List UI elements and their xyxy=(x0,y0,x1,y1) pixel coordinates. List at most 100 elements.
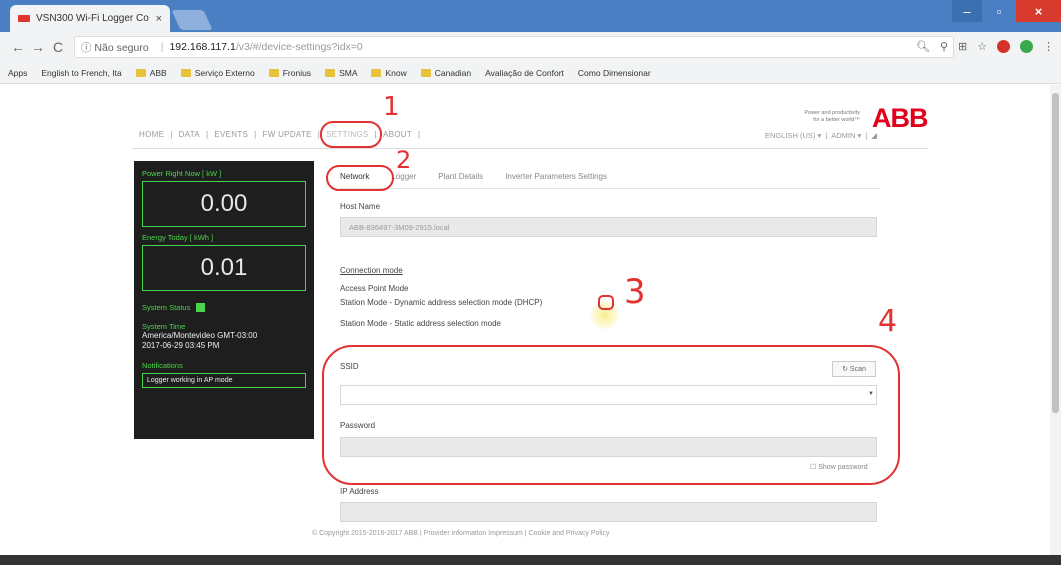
nav-divider: | xyxy=(205,130,209,139)
address-separator: | xyxy=(160,41,164,53)
nav-item-events[interactable]: EVENTS xyxy=(214,130,248,139)
bookmark-item[interactable]: Canadian xyxy=(420,67,472,78)
browser-tab[interactable]: VSN300 Wi-Fi Logger Co × xyxy=(10,5,170,32)
bookmark-item[interactable]: Know xyxy=(371,67,407,78)
forward-icon[interactable]: → xyxy=(28,39,48,55)
tab-close-icon[interactable]: × xyxy=(156,13,162,25)
tab-inverter-parameters-settings[interactable]: Inverter Parameters Settings xyxy=(505,172,607,181)
minimize-button[interactable]: – xyxy=(952,0,982,22)
language-dropdown[interactable]: ENGLISH (US) ▾ xyxy=(765,131,821,140)
scrollbar-thumb[interactable] xyxy=(1052,93,1059,413)
bookmark-label: Como Dimensionar xyxy=(577,67,651,78)
header-divider xyxy=(132,148,928,149)
bookmark-label: Apps xyxy=(8,67,28,78)
ip-address-input[interactable] xyxy=(340,502,877,522)
abb-logo: ABB xyxy=(872,103,928,133)
signal-icon: ◢ xyxy=(871,131,877,140)
nav-item-fw-update[interactable]: FW UPDATE xyxy=(263,130,312,139)
bookmark-item[interactable]: Serviço Externo xyxy=(180,67,255,78)
address-bar[interactable]: ⓘ Não seguro | 192.168.117.1 /v3/#/devic… xyxy=(74,36,954,58)
tab-plant-details[interactable]: Plant Details xyxy=(438,172,483,181)
bookmark-label: Serviço Externo xyxy=(194,67,255,78)
bookmark-item[interactable]: SMA xyxy=(325,68,357,78)
timezone-value: America/Montevideo GMT-03:00 xyxy=(142,331,258,340)
taskbar-strip xyxy=(0,555,1061,565)
bookmark-label: English to French, Ita xyxy=(41,67,122,78)
zoom-icon[interactable]: 🔍︎ xyxy=(916,40,930,53)
bookmark-item[interactable]: Apps xyxy=(8,68,27,78)
reload-icon[interactable]: C xyxy=(48,39,68,55)
folder-icon xyxy=(420,68,431,77)
radio-station-static[interactable]: Station Mode - Static address selection … xyxy=(340,319,501,328)
bookmark-label: Canadian xyxy=(434,67,472,78)
tagline-line-1: Power and productivity xyxy=(804,110,860,116)
annotation-3: 3 xyxy=(624,272,646,312)
power-label: Power Right Now [ kW ] xyxy=(142,169,222,178)
window-titlebar: VSN300 Wi-Fi Logger Co × – ▫ × xyxy=(0,0,1061,32)
energy-label: Energy Today [ kWh ] xyxy=(142,233,214,242)
nav-item-about[interactable]: ABOUT xyxy=(383,130,412,139)
folder-icon xyxy=(268,68,279,77)
translate-icon[interactable]: ⊞ xyxy=(958,40,967,53)
url-path: /v3/#/device-settings?idx=0 xyxy=(235,41,363,53)
not-secure-label[interactable]: ⓘ Não seguro xyxy=(81,40,149,55)
user-dropdown[interactable]: ADMIN ▾ xyxy=(831,131,861,140)
bookmark-item[interactable]: Como Dimensionar xyxy=(578,68,651,78)
annotation-ring-dhcp xyxy=(598,295,614,310)
nav-item-home[interactable]: HOME xyxy=(139,130,164,139)
menu-icon[interactable]: ⋮ xyxy=(1043,40,1054,53)
browser-toolbar: ← → C ⌂ ⓘ Não seguro | 192.168.117.1 /v3… xyxy=(0,32,1061,62)
right-nav: ENGLISH (US) ▾ | ADMIN ▾ | ◢ xyxy=(765,131,877,140)
bookmark-label: Avaliação de Confort xyxy=(485,67,564,78)
nav-item-data[interactable]: DATA xyxy=(179,130,200,139)
nav-divider: | xyxy=(418,130,421,139)
folder-icon xyxy=(371,68,382,77)
bookmark-item[interactable]: English to French, Ita xyxy=(41,68,121,78)
status-panel: Power Right Now [ kW ] 0.00 Energy Today… xyxy=(134,161,314,439)
ip-address-label: IP Address xyxy=(340,487,379,496)
page-scrollbar[interactable] xyxy=(1050,85,1061,565)
notification-message: Logger working in AP mode xyxy=(142,373,306,388)
folder-icon xyxy=(325,68,336,77)
green-extension-icon[interactable] xyxy=(1020,40,1034,53)
system-time-label: System Time xyxy=(142,322,186,331)
bookmark-item[interactable]: ABB xyxy=(135,67,167,78)
url-host: 192.168.117.1 xyxy=(169,41,236,53)
close-window-button[interactable]: × xyxy=(1016,0,1061,22)
annotation-ring-wifi-fields xyxy=(322,345,900,485)
radio-station-dhcp[interactable]: Station Mode - Dynamic address selection… xyxy=(340,298,542,307)
bookmark-label: ABB xyxy=(149,67,167,78)
radio-access-point[interactable]: Access Point Mode xyxy=(340,284,408,293)
toolbar-icons: 🔍︎ ⚲ ⊞ ☆ ⋮ xyxy=(916,40,1054,53)
tabs-divider xyxy=(340,188,880,189)
bookmark-label: SMA xyxy=(339,67,358,78)
bookmark-star-icon[interactable]: ☆ xyxy=(977,40,987,53)
folder-icon xyxy=(180,68,191,77)
maximize-button[interactable]: ▫ xyxy=(984,0,1014,22)
bookmark-item[interactable]: Avaliação de Confort xyxy=(485,68,564,78)
bookmark-label: Know xyxy=(385,67,407,78)
nav-divider: | xyxy=(865,131,868,140)
bookmark-item[interactable]: Fronius xyxy=(268,67,312,78)
energy-value: 0.01 xyxy=(142,245,306,291)
connection-mode-title: Connection mode xyxy=(340,266,403,275)
bookmark-label: Fronius xyxy=(282,67,312,78)
status-ok-icon xyxy=(196,303,206,312)
abb-tagline: Power and productivity for a better worl… xyxy=(790,110,860,124)
host-name-input[interactable]: ABB-836497-3M09-2915.local xyxy=(340,217,877,237)
tab-title: VSN300 Wi-Fi Logger Co xyxy=(36,13,149,24)
host-name-label: Host Name xyxy=(340,202,381,211)
annotation-2: 2 xyxy=(396,146,412,174)
new-tab-button[interactable] xyxy=(171,10,213,30)
back-icon[interactable]: ← xyxy=(8,39,28,55)
tagline-line-2: for a better world™ xyxy=(813,117,860,123)
abb-favicon-icon xyxy=(18,15,30,22)
annotation-1: 1 xyxy=(383,92,400,122)
pin-icon[interactable]: ⚲ xyxy=(940,40,948,53)
system-status: System Status xyxy=(142,303,306,312)
annotation-ring-settings xyxy=(320,121,382,148)
system-status-label: System Status xyxy=(142,303,191,312)
notifications-label: Notifications xyxy=(142,361,183,370)
adblock-extension-icon[interactable] xyxy=(997,40,1011,53)
nav-divider: | xyxy=(825,131,828,140)
